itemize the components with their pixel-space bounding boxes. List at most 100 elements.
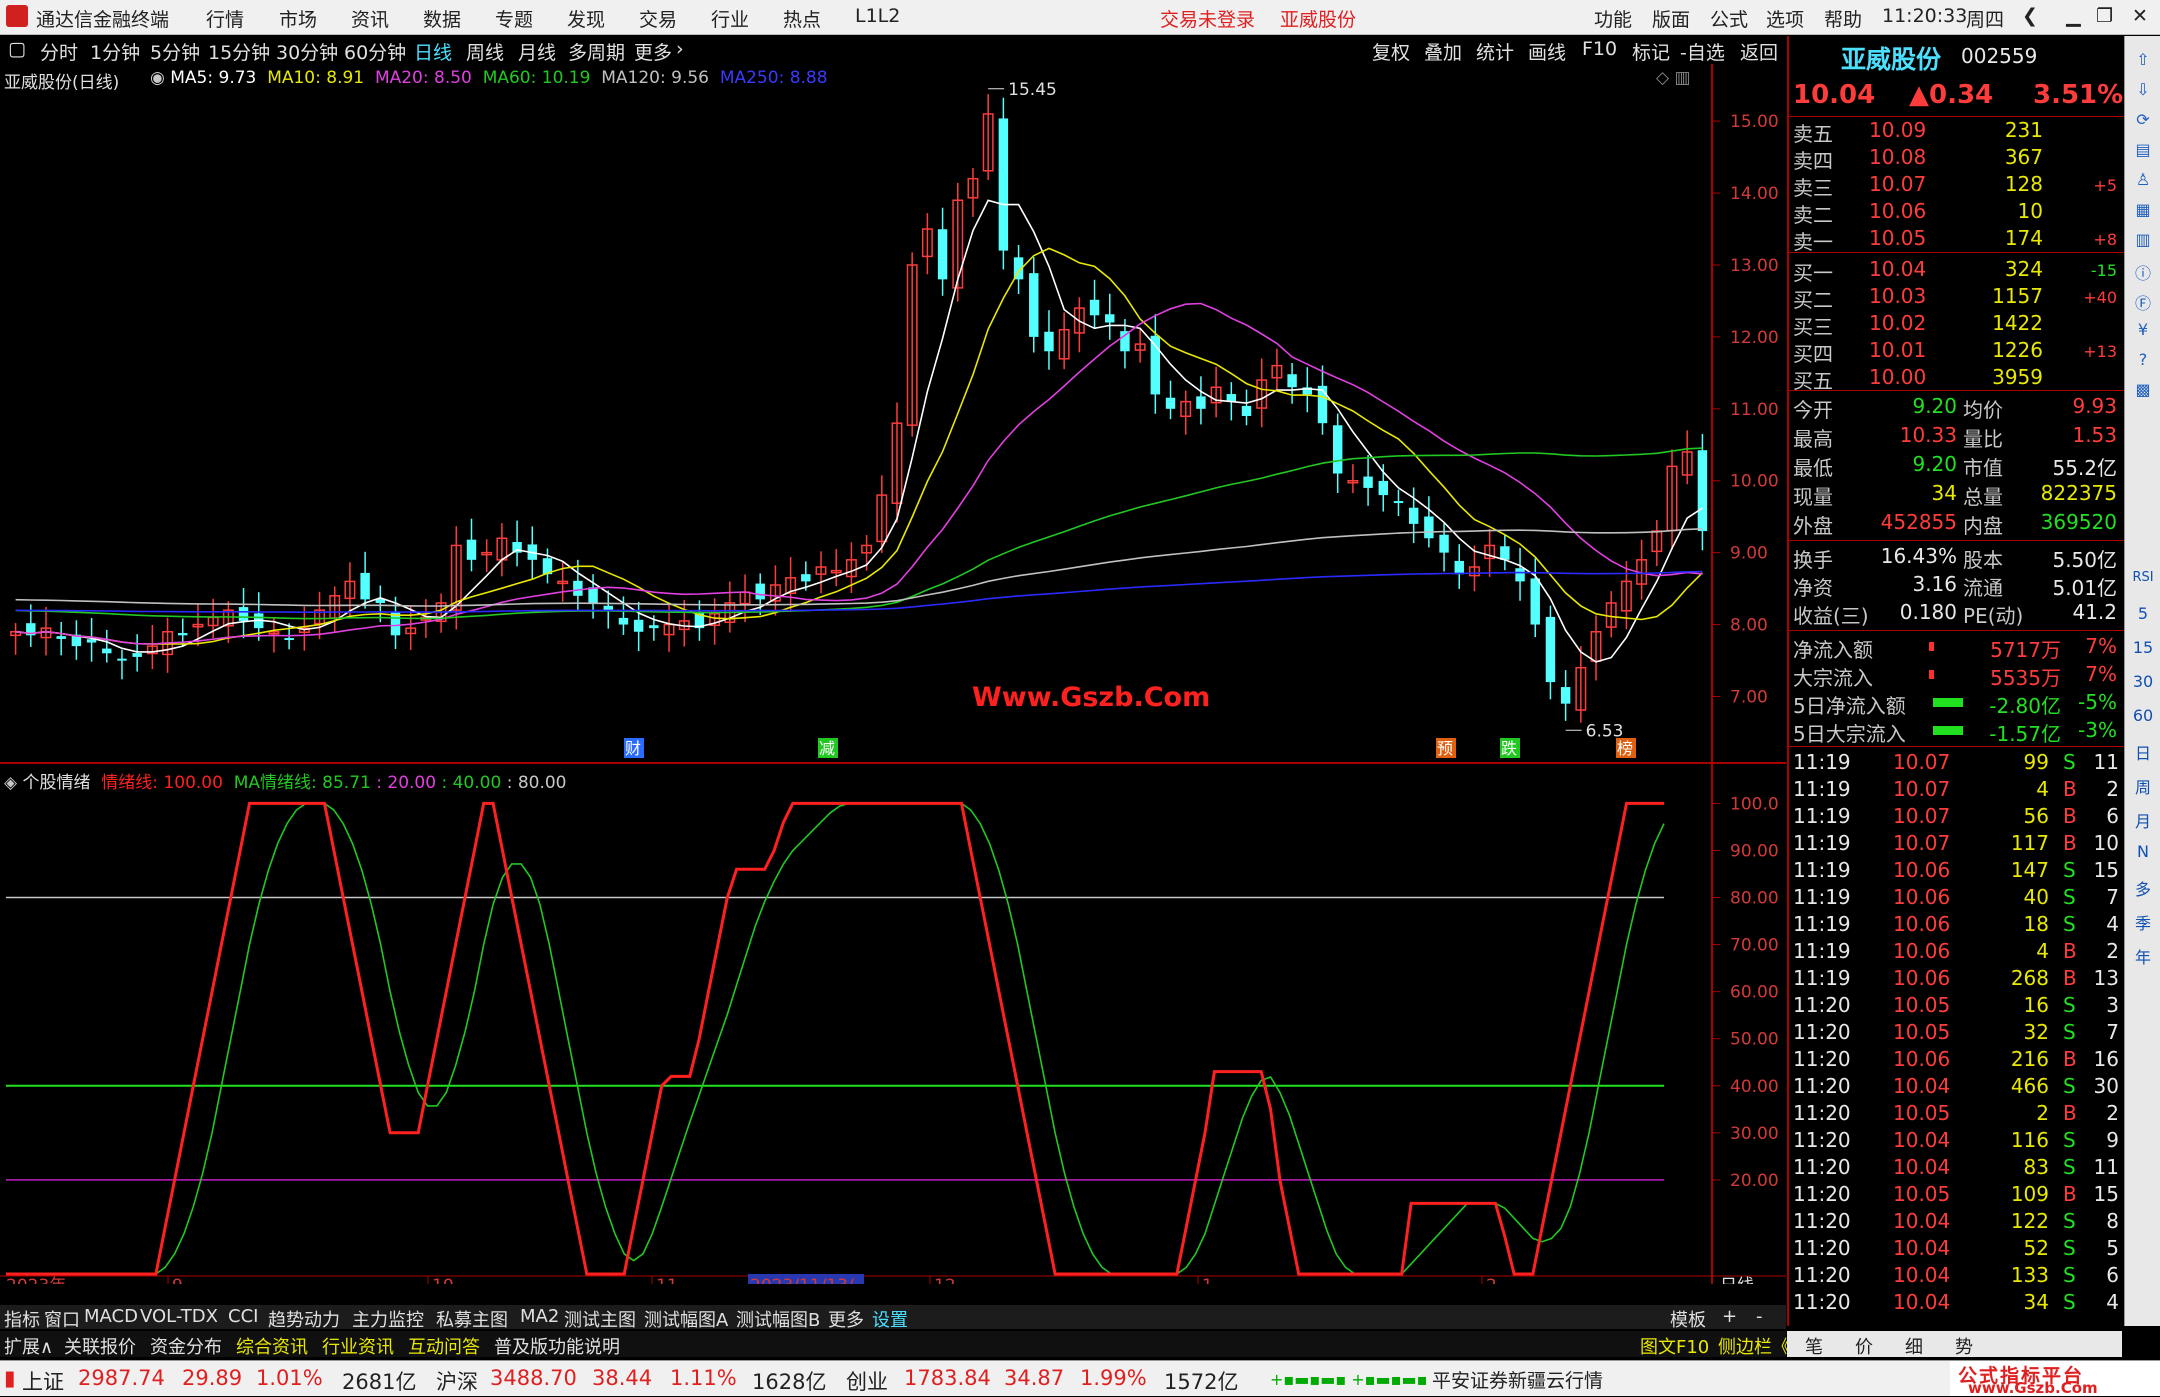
indicator-tab[interactable]: 主力监控 — [352, 1306, 424, 1332]
menu-item-l1l2[interactable]: L1L2 — [855, 5, 900, 27]
orderbook-row[interactable]: 卖二 10.06 10 — [1793, 199, 2123, 227]
menu-item-trade[interactable]: 交易 — [639, 5, 677, 32]
indicator-tab[interactable]: MACD — [84, 1306, 138, 1327]
quote-bottom-tab[interactable]: 价 — [1855, 1333, 1873, 1359]
orderbook-row[interactable]: 买四 10.01 1226 +13 — [1793, 338, 2123, 366]
toolbar-mark[interactable]: 标记 — [1632, 38, 1670, 65]
quote-bottom-tab[interactable]: 势 — [1955, 1333, 1973, 1359]
period-daily[interactable]: 日线 — [414, 38, 452, 65]
sidebar-period-label[interactable]: 多 — [2131, 876, 2155, 900]
quote-bottom-tab[interactable]: 笔 — [1805, 1333, 1823, 1359]
indicator-tab[interactable]: 测试幅图B — [736, 1306, 820, 1332]
list-icon[interactable]: ▦ — [2131, 200, 2155, 224]
toolbar-watchlist[interactable]: -自选 — [1680, 38, 1725, 65]
sidebar-period-label[interactable]: 60 — [2131, 706, 2155, 730]
sidebar-period-label[interactable]: 日 — [2131, 740, 2155, 764]
indicator-tab[interactable]: 测试主图 — [564, 1306, 636, 1332]
minimize-icon[interactable]: ▁ — [2066, 5, 2081, 27]
refresh-icon[interactable]: ⟳ — [2131, 110, 2155, 134]
orderbook-row[interactable]: 买三 10.02 1422 — [1793, 311, 2123, 339]
menu-item-quotes[interactable]: 行情 — [206, 5, 244, 32]
sidebar-period-label[interactable]: 周 — [2131, 774, 2155, 798]
menu-item-options[interactable]: 选项 — [1766, 5, 1804, 32]
toolbar-return[interactable]: 返回 — [1740, 38, 1778, 65]
indicator-tab[interactable]: 趋势动力 — [268, 1306, 340, 1332]
orderbook-row[interactable]: 卖四 10.08 367 — [1793, 145, 2123, 173]
menu-item-help[interactable]: 帮助 — [1824, 5, 1862, 32]
money-icon[interactable]: ¥ — [2131, 320, 2155, 344]
menu-item-discover[interactable]: 发现 — [567, 5, 605, 32]
sidebar-period-label[interactable]: 30 — [2131, 672, 2155, 696]
chart-icon[interactable]: ▤ — [2131, 140, 2155, 164]
period-15min[interactable]: 15分钟 — [208, 38, 270, 65]
period-weekly[interactable]: 周线 — [466, 38, 504, 65]
menu-item-news[interactable]: 资讯 — [351, 5, 389, 32]
toolbar-overlay[interactable]: 叠加 — [1424, 38, 1462, 65]
sidebar-toggle[interactable]: 侧边栏《 — [1718, 1333, 1790, 1359]
period-5min[interactable]: 5分钟 — [150, 38, 200, 65]
sidebar-period-label[interactable]: 年 — [2131, 944, 2155, 968]
indicator-tab[interactable]: 窗口 — [44, 1306, 80, 1332]
sidebar-period-label[interactable]: 月 — [2131, 808, 2155, 832]
quote-bottom-tab[interactable]: 细 — [1905, 1333, 1923, 1359]
orderbook-row[interactable]: 买二 10.03 1157 +40 — [1793, 284, 2123, 312]
period-30min[interactable]: 30分钟 — [276, 38, 338, 65]
period-60min[interactable]: 60分钟 — [344, 38, 406, 65]
data-icon[interactable]: ▩ — [2131, 380, 2155, 404]
sidebar-period-label[interactable]: 15 — [2131, 638, 2155, 662]
extension-tab[interactable]: 关联报价 — [64, 1333, 136, 1359]
orderbook-row[interactable]: 卖一 10.05 174 +8 — [1793, 226, 2123, 254]
restore-icon[interactable]: ❐ — [2096, 5, 2113, 27]
sh-label[interactable]: 上证 — [22, 1366, 64, 1396]
extension-tab[interactable]: 普及版功能说明 — [494, 1333, 620, 1359]
qa-icon[interactable]: ? — [2131, 350, 2155, 374]
login-status[interactable]: 交易未登录 — [1160, 5, 1255, 32]
extension-tab[interactable]: 互动问答 — [408, 1333, 480, 1359]
remove-window-button[interactable]: - — [1756, 1306, 1763, 1327]
indicator-tab[interactable]: VOL-TDX — [140, 1306, 218, 1327]
up-arrow-icon[interactable]: ⇧ — [2131, 50, 2155, 74]
cy-label[interactable]: 创业 — [846, 1366, 888, 1396]
period-multi[interactable]: 多周期 — [568, 38, 625, 65]
sidebar-period-label[interactable]: 5 — [2131, 604, 2155, 628]
orderbook-row[interactable]: 买五 10.00 3959 — [1793, 365, 2123, 393]
tick-list[interactable]: 11:19 10.07 99 S 11 11:19 10.07 4 B 2 11:19 10.07 56… — [1789, 750, 2124, 1350]
indicator-tab[interactable]: 测试幅图A — [644, 1306, 728, 1332]
add-window-button[interactable]: + — [1722, 1306, 1737, 1327]
toolbar-stats[interactable]: 统计 — [1476, 38, 1514, 65]
toolbar-draw[interactable]: 画线 — [1528, 38, 1566, 65]
orderbook-row[interactable]: 卖五 10.09 231 — [1793, 118, 2123, 146]
period-intraday[interactable]: 分时 — [40, 38, 78, 65]
f10-graphic-tab[interactable]: 图文F10 — [1640, 1333, 1709, 1359]
indicator-tab[interactable]: 私募主图 — [436, 1306, 508, 1332]
menu-item-formula[interactable]: 公式 — [1710, 5, 1748, 32]
sidebar-period-label[interactable]: 季 — [2131, 910, 2155, 934]
f10-icon[interactable]: Ⓕ — [2131, 290, 2155, 314]
period-monthly[interactable]: 月线 — [518, 38, 556, 65]
period-more[interactable]: 更多 — [634, 38, 672, 65]
close-icon[interactable]: ✕ — [2132, 5, 2148, 27]
hs-label[interactable]: 沪深 — [436, 1366, 478, 1396]
menu-item-data[interactable]: 数据 — [423, 5, 461, 32]
indicator-tab[interactable]: MA2 — [520, 1306, 559, 1327]
toolbar-f10[interactable]: F10 — [1582, 38, 1617, 60]
menu-item-function[interactable]: 功能 — [1594, 5, 1632, 32]
emotion-chart[interactable]: ◈ 个股情绪 情绪线: 100.00 MA情绪线: 85.71 : 20.00 … — [0, 764, 1786, 1284]
extension-tab[interactable]: 综合资讯 — [236, 1333, 308, 1359]
indicator-tab[interactable]: 更多 — [828, 1306, 864, 1332]
menu-item-industry[interactable]: 行业 — [711, 5, 749, 32]
kline-chart[interactable]: 亚威股份(日线) ◉ MA5: 9.73 MA10: 8.91 MA20: 8.… — [0, 64, 1786, 764]
indicator-tab[interactable]: 设置 — [872, 1306, 908, 1332]
collapse-icon[interactable]: ▢ — [8, 38, 26, 60]
kline-icon[interactable]: ♙ — [2131, 170, 2155, 194]
indicator-tab[interactable]: 指标 — [4, 1306, 40, 1332]
menu-item-topics[interactable]: 专题 — [495, 5, 533, 32]
menu-item-layout[interactable]: 版面 — [1652, 5, 1690, 32]
orderbook-row[interactable]: 卖三 10.07 128 +5 — [1793, 172, 2123, 200]
sidebar-period-label[interactable]: RSI — [2131, 570, 2155, 594]
info-icon[interactable]: ⓘ — [2131, 260, 2155, 284]
toolbar-adjust[interactable]: 复权 — [1372, 38, 1410, 65]
menu-item-hot[interactable]: 热点 — [783, 5, 821, 32]
extension-tab[interactable]: 扩展∧ — [4, 1333, 53, 1359]
indicator-tab[interactable]: CCI — [228, 1306, 258, 1327]
